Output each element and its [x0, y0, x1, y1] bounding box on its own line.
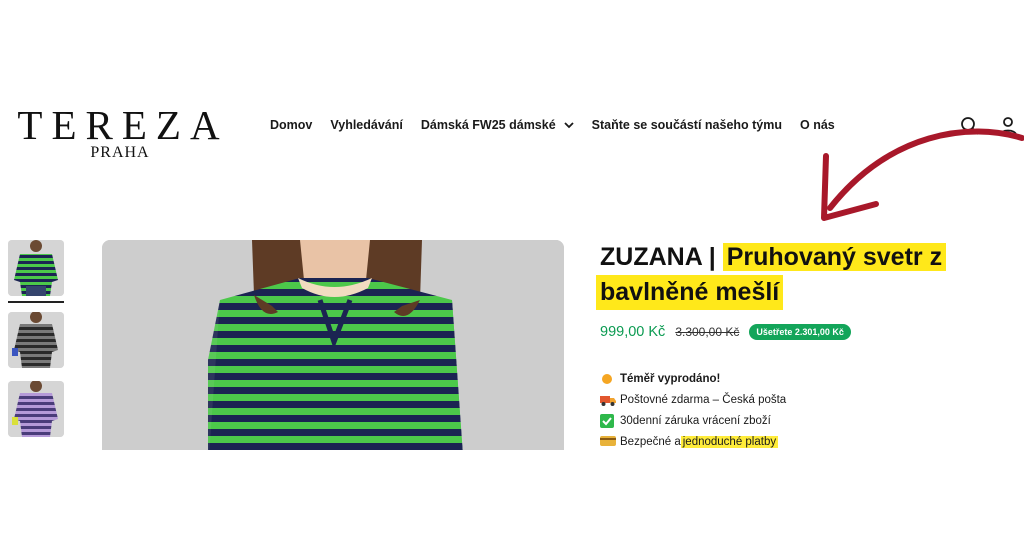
- thumbnail-green-sweater[interactable]: [8, 240, 64, 296]
- nav-item-home[interactable]: Domov: [270, 118, 312, 132]
- product-title: ZUZANA | Pruhovaný svetr z bavlněné mešl…: [596, 240, 1000, 310]
- current-price: 999,00 Kč: [600, 324, 666, 340]
- nav-item-search[interactable]: Vyhledávání: [330, 118, 403, 132]
- feature-item-payment: Bezpečné a jednoduché platby: [600, 431, 786, 450]
- feature-item-shipping: Poštovné zdarma – Česká pošta: [600, 389, 786, 410]
- nav-item-label: Dámská FW25 dámské: [420, 118, 556, 132]
- feature-text: Téměř vyprodáno!: [620, 372, 721, 385]
- nav-item-womens-fw25[interactable]: Dámská FW25 dámské: [421, 118, 574, 132]
- thumbnail-grey-sweater[interactable]: [8, 312, 64, 368]
- thumbnail-purple-sweater[interactable]: [8, 381, 64, 437]
- savings-badge: Ušetřete 2.301,00 Kč: [749, 324, 851, 340]
- feature-item-returns: 30denní záruka vrácení zboží: [600, 410, 786, 431]
- chevron-down-icon: [564, 118, 574, 132]
- original-price: 3.300,00 Kč: [675, 325, 740, 339]
- card-icon: [600, 435, 616, 449]
- feature-text-highlight: jednoduché platby: [680, 435, 779, 448]
- main-product-image[interactable]: [102, 240, 564, 450]
- product-title-name: ZUZANA |: [600, 243, 716, 271]
- nav-item-join-team[interactable]: Staňte se součástí našeho týmu: [592, 118, 782, 132]
- product-title-highlight-1: Pruhovaný svetr z: [722, 243, 947, 271]
- feature-text: 30denní záruka vrácení zboží: [620, 414, 771, 427]
- checkmark-icon: [600, 413, 616, 428]
- orange-dot-icon: [600, 372, 616, 386]
- main-navigation: Domov Vyhledávání Dámská FW25 dámské Sta…: [270, 118, 853, 132]
- feature-item-stock: Téměř vyprodáno!: [600, 368, 786, 389]
- feature-list: Téměř vyprodáno! Poštovné zdarma – Česká…: [600, 368, 786, 450]
- truck-icon: [600, 393, 616, 407]
- feature-text: Poštovné zdarma – Česká pošta: [620, 393, 787, 406]
- price-row: 999,00 Kč 3.300,00 Kč Ušetřete 2.301,00 …: [600, 324, 851, 340]
- feature-text: Bezpečné a: [620, 435, 681, 448]
- product-page-frame: TEREZA PRAHA Domov Vyhledávání Dámská FW…: [0, 88, 1024, 450]
- active-thumbnail-indicator: [8, 301, 64, 303]
- logo-wordmark: TEREZA: [17, 102, 229, 148]
- annotation-arrow: [821, 128, 1024, 221]
- product-title-highlight-2: bavlněné mešlí: [596, 275, 784, 310]
- brand-logo[interactable]: TEREZA PRAHA: [6, 104, 234, 161]
